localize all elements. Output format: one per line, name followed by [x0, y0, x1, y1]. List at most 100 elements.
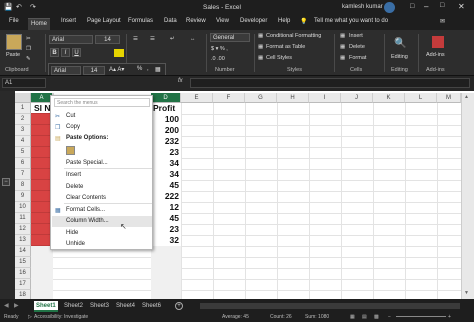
tab-view[interactable]: View	[216, 18, 229, 24]
status-sum[interactable]: Sum: 1080	[305, 312, 329, 322]
tab-insert[interactable]: Insert	[61, 18, 76, 24]
horizontal-scrollbar[interactable]	[200, 303, 460, 309]
insert-cells-icon[interactable]: ▦	[340, 33, 345, 39]
mini-font-name[interactable]: Arial	[51, 66, 81, 75]
fill-color-icon[interactable]	[114, 49, 124, 57]
row-header[interactable]: 5	[15, 147, 31, 158]
sheet-tab[interactable]: Sheet6	[140, 301, 163, 312]
row-header[interactable]: 12	[15, 224, 31, 235]
menu-item-format-cells[interactable]: Format Cells...	[66, 207, 105, 213]
format-cells-button[interactable]: Format	[349, 55, 366, 61]
tab-review[interactable]: Review	[186, 18, 206, 24]
menu-item-clear-contents[interactable]: Clear Contents	[66, 195, 106, 201]
editing-icon[interactable]: 🔍	[394, 38, 406, 49]
addins-button[interactable]: Add-ins	[426, 52, 445, 58]
undo-icon[interactable]: ↶	[16, 3, 22, 11]
sheet-tab[interactable]: Sheet1	[34, 301, 58, 312]
menu-item-delete[interactable]: Delete	[66, 184, 83, 190]
currency-icon[interactable]: $ ▾ % ,	[211, 46, 228, 52]
conditional-formatting-icon[interactable]: ▦	[258, 33, 263, 39]
select-all-corner[interactable]	[15, 93, 31, 103]
conditional-formatting-button[interactable]: Conditional Formatting	[266, 33, 321, 39]
font-name-select[interactable]: Arial	[49, 35, 93, 44]
zoom-out-icon[interactable]: −	[388, 312, 391, 322]
tab-formulas[interactable]: Formulas	[128, 18, 153, 24]
col-header-k[interactable]: K	[373, 93, 405, 103]
row-header[interactable]: 17	[15, 279, 31, 290]
close-icon[interactable]: ✕	[458, 2, 465, 11]
cell-a-empty[interactable]	[31, 246, 53, 299]
col-header-m[interactable]: M	[437, 93, 461, 103]
ribbon-display-icon[interactable]: □	[410, 3, 414, 10]
row-header[interactable]: 11	[15, 213, 31, 224]
delete-cells-button[interactable]: Delete	[349, 44, 365, 50]
row-header[interactable]: 3	[15, 125, 31, 136]
italic-button[interactable]: I	[61, 48, 70, 57]
row-header[interactable]: 16	[15, 268, 31, 279]
tell-me-search[interactable]: Tell me what you want to do	[314, 18, 388, 24]
row-header[interactable]: 2	[15, 114, 31, 125]
cell-d[interactable]: 222	[151, 191, 181, 202]
tab-developer[interactable]: Developer	[240, 18, 267, 24]
cell-d[interactable]: 100	[151, 114, 181, 125]
cell-styles-icon[interactable]: ▦	[258, 55, 263, 61]
col-header-l[interactable]: L	[405, 93, 437, 103]
cell-d[interactable]: 232	[151, 136, 181, 147]
paste-option-icon[interactable]	[66, 146, 75, 155]
menu-item-cut[interactable]: Cut	[66, 113, 75, 119]
menu-item-insert[interactable]: Insert	[66, 172, 81, 178]
menu-item-unhide[interactable]: Unhide	[66, 241, 85, 247]
collapse-group-button[interactable]: −	[2, 178, 10, 186]
user-name[interactable]: kamlesh kumar	[342, 4, 383, 10]
cell-d-header[interactable]: Profit	[151, 103, 181, 114]
formula-input[interactable]	[190, 78, 470, 88]
row-header[interactable]: 10	[15, 202, 31, 213]
maximize-icon[interactable]: □	[440, 2, 444, 9]
tab-page-layout[interactable]: Page Layout	[87, 18, 121, 24]
menu-item-copy[interactable]: Copy	[66, 124, 80, 130]
cell-d[interactable]: 23	[151, 147, 181, 158]
insert-cells-button[interactable]: Insert	[349, 33, 363, 39]
copy-icon[interactable]: ❐	[26, 46, 31, 52]
col-header-d[interactable]: D	[151, 93, 181, 103]
page-layout-view-icon[interactable]: ▤	[362, 312, 367, 322]
cell-d[interactable]: 32	[151, 235, 181, 246]
cell-d[interactable]: 12	[151, 202, 181, 213]
format-cells-icon[interactable]: ▦	[340, 55, 345, 61]
cell-d[interactable]: 34	[151, 158, 181, 169]
save-icon[interactable]: 💾	[4, 3, 13, 11]
sheet-tab[interactable]: Sheet4	[114, 301, 137, 312]
cell-styles-button[interactable]: Cell Styles	[266, 55, 292, 61]
row-header[interactable]: 7	[15, 169, 31, 180]
format-table-icon[interactable]: ▦	[258, 44, 263, 50]
mini-grow-font-icon[interactable]: A▴ A▾	[109, 66, 124, 73]
row-header[interactable]: 8	[15, 180, 31, 191]
col-header-e[interactable]: E	[181, 93, 213, 103]
mini-format-icon[interactable]: ▦	[155, 66, 161, 73]
cell-d[interactable]: 23	[151, 224, 181, 235]
tab-help[interactable]: Help	[278, 18, 290, 24]
cell-d[interactable]: 45	[151, 180, 181, 191]
col-header-i[interactable]: I	[309, 93, 341, 103]
name-box[interactable]: A1	[2, 78, 46, 88]
menu-item-paste-special[interactable]: Paste Special...	[66, 160, 108, 166]
fx-icon[interactable]: fx	[178, 78, 183, 84]
editing-button[interactable]: Editing	[391, 54, 408, 60]
paste-icon[interactable]	[6, 34, 22, 50]
status-average[interactable]: Average: 45	[222, 312, 249, 322]
share-icon[interactable]: ✉	[440, 18, 445, 25]
mini-comma-button[interactable]: ,	[147, 66, 149, 72]
page-break-view-icon[interactable]: ▩	[374, 312, 379, 322]
sheet-nav-next-icon[interactable]: ▶	[14, 302, 19, 309]
tab-data[interactable]: Data	[164, 18, 177, 24]
minimize-icon[interactable]: –	[424, 2, 428, 11]
sheet-tab[interactable]: Sheet2	[62, 301, 85, 312]
menu-search-input[interactable]: Search the menus	[54, 98, 150, 107]
add-sheet-button[interactable]: +	[175, 302, 183, 310]
mini-percent-button[interactable]: %	[137, 66, 142, 72]
align-middle-icon[interactable]: ☰	[150, 36, 155, 42]
scroll-down-icon[interactable]: ▼	[464, 290, 469, 296]
normal-view-icon[interactable]: ▦	[350, 312, 355, 322]
row-header[interactable]: 9	[15, 191, 31, 202]
cell-d[interactable]: 45	[151, 213, 181, 224]
